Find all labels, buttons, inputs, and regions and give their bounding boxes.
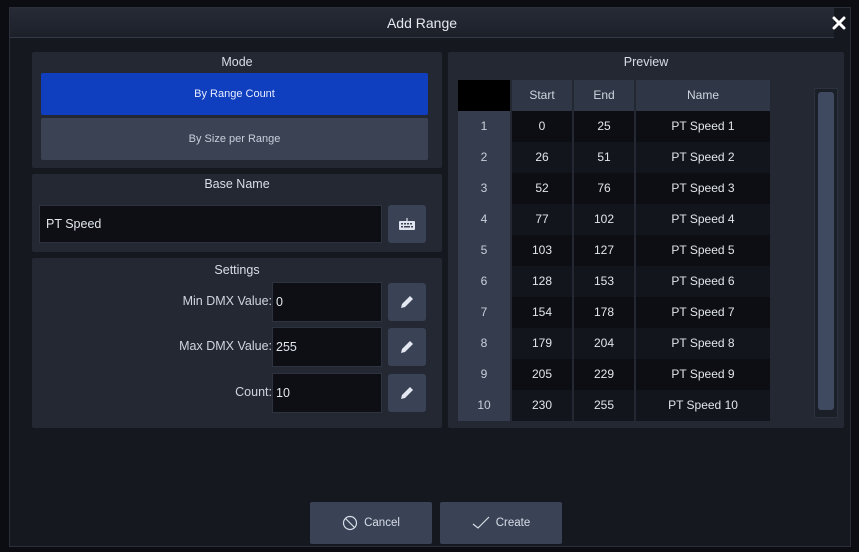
cancel-button[interactable]: Cancel (310, 502, 432, 544)
row-start-cell: 128 (512, 266, 572, 297)
close-icon (832, 16, 846, 30)
row-name-cell: PT Speed 10 (636, 390, 770, 421)
row-start-cell: 0 (512, 111, 572, 142)
row-end-cell: 25 (574, 111, 634, 142)
row-end-cell: 153 (574, 266, 634, 297)
create-button[interactable]: Create (440, 502, 562, 544)
row-start-cell: 26 (512, 142, 572, 173)
min-dmx-input[interactable]: 0 (272, 282, 382, 322)
mode-title: Mode (221, 55, 253, 69)
row-end-cell: 76 (574, 173, 634, 204)
row-index-cell: 1 (458, 111, 510, 142)
preview-grid: Start End Name 1 0 25 PT Speed 1 2 26 51 PT Spe… (458, 80, 810, 421)
row-index-cell: 5 (458, 235, 510, 266)
row-end-cell: 204 (574, 328, 634, 359)
row-start-cell: 77 (512, 204, 572, 235)
add-range-dialog: Add Range Mode By Range Count By Size pe… (9, 7, 851, 547)
cancel-label: Cancel (364, 517, 400, 529)
preview-scrollbar[interactable] (814, 88, 838, 418)
row-end-cell: 255 (574, 390, 634, 421)
pencil-icon (401, 296, 413, 308)
row-start-cell: 205 (512, 359, 572, 390)
mode-panel: Mode By Range Count By Size per Range (32, 52, 442, 168)
max-dmx-label: Max DMX Value: (179, 339, 272, 353)
row-index-cell: 4 (458, 204, 510, 235)
preview-row[interactable]: 5 103 127 PT Speed 5 (458, 235, 810, 266)
pencil-icon (401, 341, 413, 353)
preview-title: Preview (623, 55, 669, 69)
row-name-cell: PT Speed 2 (636, 142, 770, 173)
row-end-cell: 102 (574, 204, 634, 235)
base-name-input[interactable]: PT Speed (39, 205, 382, 243)
min-dmx-label: Min DMX Value: (182, 294, 272, 308)
row-name-cell: PT Speed 1 (636, 111, 770, 142)
count-label: Count: (235, 385, 272, 399)
mode-by-size-per-range-button[interactable]: By Size per Range (41, 118, 428, 160)
preview-row[interactable]: 1 0 25 PT Speed 1 (458, 111, 810, 142)
create-label: Create (495, 517, 531, 529)
settings-panel: Settings Min DMX Value: 0 Max DMX Value:… (32, 258, 442, 428)
min-dmx-edit-button[interactable] (388, 283, 426, 321)
row-index-cell: 2 (458, 142, 510, 173)
row-index-cell: 3 (458, 173, 510, 204)
row-index-cell: 7 (458, 297, 510, 328)
row-name-cell: PT Speed 8 (636, 328, 770, 359)
row-index-cell: 10 (458, 390, 510, 421)
row-end-cell: 51 (574, 142, 634, 173)
header-end[interactable]: End (574, 80, 634, 111)
base-name-title: Base Name (204, 177, 270, 191)
row-name-cell: PT Speed 9 (636, 359, 770, 390)
preview-row[interactable]: 9 205 229 PT Speed 9 (458, 359, 810, 390)
preview-scrollbar-thumb[interactable] (818, 92, 834, 410)
base-name-panel: Base Name PT Speed (32, 174, 442, 252)
row-end-cell: 178 (574, 297, 634, 328)
pencil-icon (401, 387, 413, 399)
preview-row[interactable]: 2 26 51 PT Speed 2 (458, 142, 810, 173)
row-end-cell: 127 (574, 235, 634, 266)
dialog-title: Add Range (10, 8, 834, 38)
row-index-cell: 6 (458, 266, 510, 297)
preview-header-row: Start End Name (458, 80, 810, 111)
row-start-cell: 52 (512, 173, 572, 204)
keyboard-button[interactable] (388, 205, 426, 243)
header-name[interactable]: Name (636, 80, 770, 111)
preview-row[interactable]: 4 77 102 PT Speed 4 (458, 204, 810, 235)
preview-row[interactable]: 3 52 76 PT Speed 3 (458, 173, 810, 204)
preview-row[interactable]: 6 128 153 PT Speed 6 (458, 266, 810, 297)
count-edit-button[interactable] (388, 374, 426, 412)
row-start-cell: 230 (512, 390, 572, 421)
row-name-cell: PT Speed 7 (636, 297, 770, 328)
row-name-cell: PT Speed 4 (636, 204, 770, 235)
header-index-cell (458, 80, 510, 111)
preview-row[interactable]: 8 179 204 PT Speed 8 (458, 328, 810, 359)
max-dmx-edit-button[interactable] (388, 328, 426, 366)
header-start[interactable]: Start (512, 80, 572, 111)
max-dmx-input[interactable]: 255 (272, 327, 382, 367)
count-input[interactable]: 10 (272, 373, 382, 413)
cancel-circle-icon (342, 515, 358, 531)
close-button[interactable] (828, 8, 850, 38)
row-start-cell: 179 (512, 328, 572, 359)
row-name-cell: PT Speed 6 (636, 266, 770, 297)
keyboard-icon (399, 218, 415, 230)
checkmark-icon (472, 516, 490, 529)
row-index-cell: 8 (458, 328, 510, 359)
preview-row[interactable]: 10 230 255 PT Speed 10 (458, 390, 810, 421)
preview-panel: Preview Start End Name 1 0 25 PT Speed 1 2 26… (448, 52, 844, 428)
row-start-cell: 154 (512, 297, 572, 328)
row-start-cell: 103 (512, 235, 572, 266)
row-end-cell: 229 (574, 359, 634, 390)
row-name-cell: PT Speed 3 (636, 173, 770, 204)
row-index-cell: 9 (458, 359, 510, 390)
row-name-cell: PT Speed 5 (636, 235, 770, 266)
mode-by-range-count-button[interactable]: By Range Count (41, 73, 428, 115)
preview-row[interactable]: 7 154 178 PT Speed 7 (458, 297, 810, 328)
settings-title: Settings (214, 263, 260, 277)
